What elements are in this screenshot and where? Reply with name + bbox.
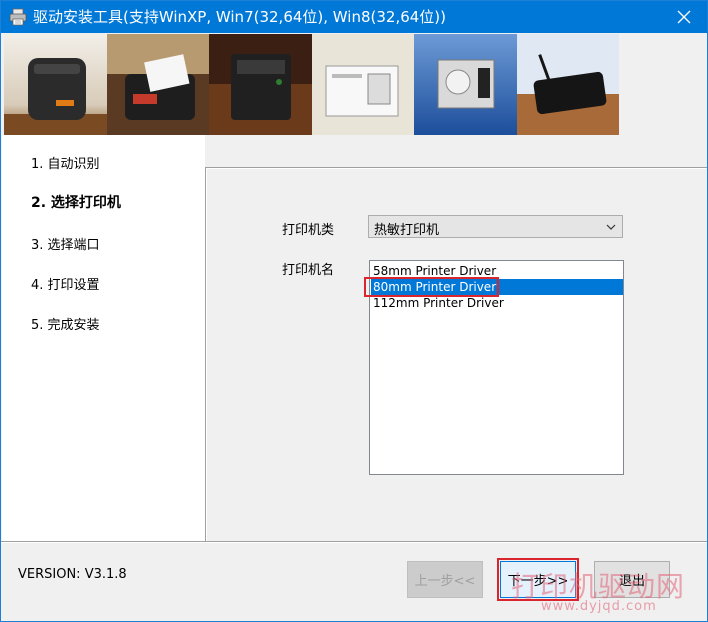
list-item-112mm[interactable]: 112mm Printer Driver — [371, 295, 623, 311]
printer-photo-1 — [4, 34, 107, 135]
printer-type-value: 热敏打印机 — [374, 223, 440, 238]
step-select-port: 3. 选择端口 — [31, 238, 100, 253]
step-print-settings: 4. 打印设置 — [31, 278, 100, 293]
printer-photo-3 — [209, 34, 312, 135]
printer-name-label: 打印机名 — [282, 263, 335, 278]
version-label: VERSION: V3.1.8 — [18, 567, 127, 582]
divider-vertical-highlight — [206, 167, 207, 541]
divider-bottom-highlight — [1, 542, 707, 543]
installer-window: 驱动安装工具(支持WinXP, Win7(32,64位), Win8(32,64… — [0, 0, 708, 622]
close-icon — [677, 10, 691, 24]
printer-type-label: 打印机类 — [282, 223, 335, 238]
step-finish-install: 5. 完成安装 — [31, 318, 100, 333]
product-banner — [4, 34, 619, 135]
steps-panel: 1. 自动识别 2. 选择打印机 3. 选择端口 4. 打印设置 5. 完成安装 — [2, 135, 205, 541]
step-select-printer: 2. 选择打印机 — [31, 195, 121, 211]
back-button[interactable]: 上一步<< — [407, 561, 483, 598]
highlight-box-80mm — [364, 277, 499, 297]
printer-type-select[interactable]: 热敏打印机 — [368, 215, 623, 238]
window-title: 驱动安装工具(支持WinXP, Win7(32,64位), Win8(32,64… — [33, 8, 447, 26]
watermark-url: www.dyjqd.com — [541, 599, 657, 614]
printer-photo-4 — [311, 34, 414, 135]
printer-photo-5 — [414, 34, 517, 135]
step-auto-detect: 1. 自动识别 — [31, 157, 100, 172]
divider-top-highlight — [206, 168, 707, 169]
title-bar[interactable]: 驱动安装工具(支持WinXP, Win7(32,64位), Win8(32,64… — [1, 1, 707, 33]
chevron-down-icon — [606, 224, 616, 230]
printer-app-icon — [9, 8, 27, 26]
close-button[interactable] — [661, 1, 707, 33]
printer-photo-6 — [516, 34, 619, 135]
printer-photo-2 — [106, 34, 209, 135]
